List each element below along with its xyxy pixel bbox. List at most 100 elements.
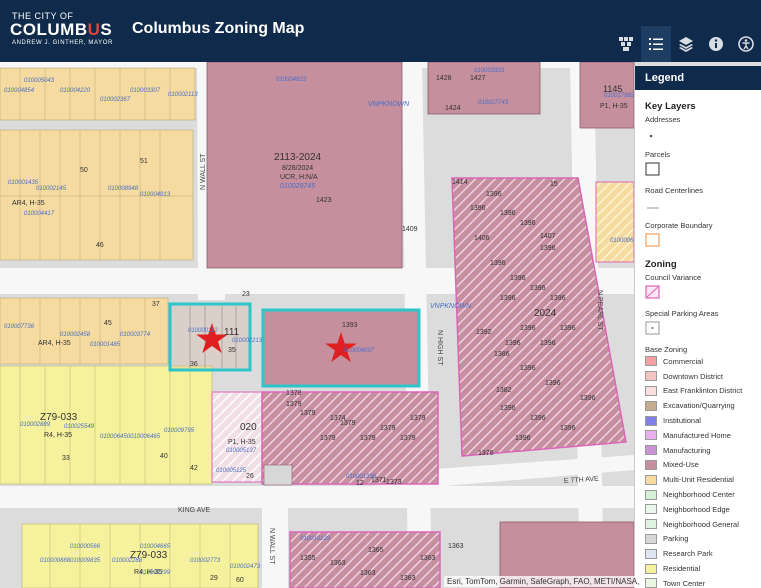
address-label[interactable]: 1396 [560,425,576,432]
address-label[interactable]: 1363 [330,560,346,567]
address-label[interactable]: 1396 [486,191,502,198]
parcel-id-label[interactable]: 010004854 [4,88,35,94]
address-label[interactable]: 1427 [470,75,486,82]
parcel-id-label[interactable]: 010002299 [140,570,171,576]
parcel-id-label[interactable]: 010004037 [344,348,375,354]
address-label[interactable]: 1378 [286,390,302,397]
address-label[interactable]: 1396 [550,295,566,302]
parcel-id-label[interactable]: 010001338 [346,474,377,480]
address-label[interactable]: 23 [242,291,250,298]
address-label[interactable]: 1428 [436,75,452,82]
address-label[interactable]: 1365 [368,547,384,554]
address-label[interactable]: 1396 [540,245,556,252]
parcel-id-label[interactable]: 010010129 [300,536,331,542]
address-label[interactable]: 1396 [470,205,486,212]
parcel-id-label[interactable]: 010004623 [276,77,307,83]
address-label[interactable]: 1396 [560,325,576,332]
address-label[interactable]: 1363 [400,575,416,582]
address-label[interactable]: 1396 [510,275,526,282]
parcel-id-label[interactable]: 010027743 [478,100,509,106]
parcel-id-label[interactable]: 010025549 [64,424,95,430]
address-label[interactable]: 36 [190,361,198,368]
parcel-id-label[interactable]: 010002367 [100,97,131,103]
parcel-id-label[interactable]: 010000888 [40,558,71,564]
address-label[interactable]: 1407 [540,233,556,240]
address-label[interactable]: 33 [62,455,70,462]
address-label[interactable]: 1396 [490,260,506,267]
address-label[interactable]: 12 [356,480,364,487]
accessibility-button[interactable] [731,26,761,62]
parcel-id-label[interactable]: 010005125 [216,468,247,474]
address-label[interactable]: 29 [210,575,218,582]
parcel-id-label[interactable]: 010003774 [120,332,151,338]
address-label[interactable]: 1393 [342,322,358,329]
address-label[interactable]: 1363 [360,570,376,577]
address-label[interactable]: 1396 [505,340,521,347]
parking-parcel[interactable] [263,464,293,486]
address-label[interactable]: 1363 [448,543,464,550]
address-label[interactable]: 1414 [452,179,468,186]
address-label[interactable]: 1379 [286,401,302,408]
address-label[interactable]: 51 [140,158,148,165]
city-logo[interactable]: COLUMBUS [10,20,112,40]
parcel-id-label[interactable]: 010004665 [140,544,171,550]
parcel-id-label[interactable]: 010002288 [112,558,143,564]
parcel-id-label[interactable]: 010005137 [226,448,257,454]
address-label[interactable]: 1396 [520,220,536,227]
parcel-id-label[interactable]: 010002113 [168,92,198,98]
parcel-id-label[interactable]: 010000566 [70,544,101,550]
parcel-id-label[interactable]: 010005043 [24,78,55,84]
parcel-id-label[interactable]: 010006465 [130,434,161,440]
address-label[interactable]: 1396 [500,405,516,412]
address-label[interactable]: 45 [104,320,112,327]
address-label[interactable]: 1396 [545,380,561,387]
address-label[interactable]: 1396 [500,295,516,302]
address-label[interactable]: 50 [80,167,88,174]
address-label[interactable]: 1396 [500,210,516,217]
parcel-id-label[interactable]: 010002889 [20,422,51,428]
address-label[interactable]: 1424 [445,105,461,112]
parcel-id-label[interactable]: 010002473 [230,564,261,570]
parcel-id-label[interactable]: 010017982 [604,93,635,99]
address-label[interactable]: 1396 [540,340,556,347]
parcel-id-label[interactable]: 010003333 [474,68,505,74]
address-label[interactable]: 1379 [380,425,396,432]
parcel-id-label[interactable]: 010008948 [108,186,139,192]
address-label[interactable]: 1379 [320,435,336,442]
address-label[interactable]: 37 [152,301,160,308]
address-label[interactable]: 1396 [520,325,536,332]
address-label[interactable]: 1379 [340,420,356,427]
address-label[interactable]: 1396 [530,285,546,292]
parcel-id-label[interactable]: 010004220 [60,88,91,94]
legend-button[interactable] [641,26,671,62]
address-label[interactable]: 1379 [360,435,376,442]
address-label[interactable]: 1396 [580,395,596,402]
legend-panel[interactable]: Legend Key Layers Addresses Parcels Road… [634,66,761,588]
address-label[interactable]: 1355 [300,555,316,562]
parcel-id-label[interactable]: 010009835 [70,558,101,564]
parcel-id-label[interactable]: 010002458 [60,332,91,338]
parcel-id-label[interactable]: 010009795 [164,428,195,434]
address-label[interactable]: 1409 [402,226,418,233]
address-label[interactable]: 1363 [420,555,436,562]
layers-button[interactable] [671,26,701,62]
address-label[interactable]: 42 [190,465,198,472]
address-label[interactable]: 15 [550,181,558,188]
info-button[interactable] [701,26,731,62]
parcel-id-label[interactable]: 010002213 [232,338,263,344]
parcel-id-label[interactable]: 010007736 [4,324,35,330]
address-label[interactable]: 1396 [520,365,536,372]
address-label[interactable]: 1392 [476,329,492,336]
address-label[interactable]: 1379 [300,410,316,417]
parcel-id-label[interactable]: 010004417 [24,211,55,217]
address-label[interactable]: 1396 [530,415,546,422]
parcel-id-label[interactable]: 010002145 [36,186,67,192]
parcel-id-label[interactable]: 010006450 [100,434,131,440]
parcel-id-label[interactable]: 010003307 [130,88,161,94]
parcel-id-label[interactable]: 010001485 [90,342,121,348]
address-label[interactable]: 60 [236,577,244,584]
address-label[interactable]: 1379 [400,435,416,442]
parcel-id-label[interactable]: 010000112 [188,328,218,334]
address-label[interactable]: 1386 [494,351,510,358]
map-attribution[interactable]: Esri, TomTom, Garmin, SafeGraph, FAO, ME… [444,576,643,587]
